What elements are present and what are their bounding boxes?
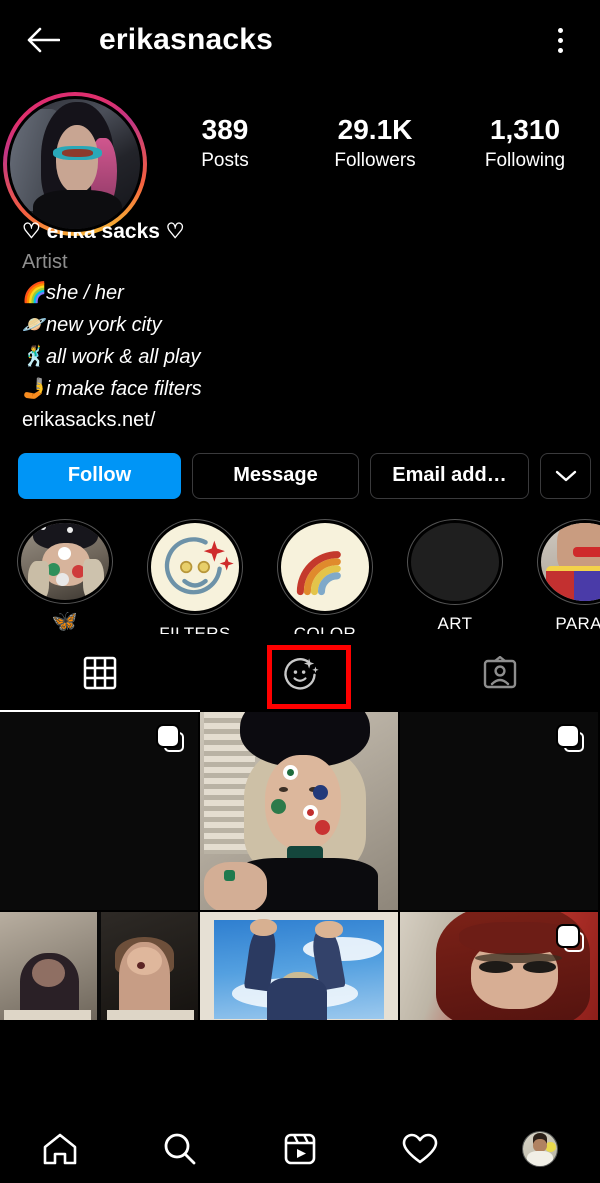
heart-activity-icon (402, 1133, 438, 1164)
bio-line: 🌈she / her (22, 277, 578, 309)
post-sky-arms-up[interactable] (200, 911, 398, 1020)
stat-label: Following (484, 150, 566, 172)
header-bar: erikasnacks (0, 0, 600, 80)
highlight-art[interactable]: ART (390, 518, 520, 634)
bio-section: ♡ erika sacks ♡ Artist 🌈she / her 🪐new y… (0, 216, 600, 435)
email-button[interactable]: Email add… (370, 452, 529, 499)
highlight-cover-dark (411, 522, 499, 601)
story-highlights: 🦋 FILTERS COLOR ART PARA (0, 499, 600, 634)
saturn-icon: 🪐 (22, 313, 47, 336)
carousel-icon (558, 925, 584, 952)
post-dark-right[interactable] (400, 711, 598, 910)
stat-posts[interactable]: 389 Posts (150, 114, 300, 172)
bio-line-text: i make face filters (46, 377, 202, 400)
stat-following[interactable]: 1,310 Following (450, 114, 600, 172)
story-ring[interactable] (3, 92, 147, 236)
highlight-label: COLOR (293, 623, 357, 634)
tab-highlight-box (267, 644, 351, 709)
highlight-label: PARAD (555, 613, 600, 633)
profile-summary: 389 Posts 29.1K Followers 1,310 Followin… (0, 80, 600, 236)
stats-row: 389 Posts 29.1K Followers 1,310 Followin… (150, 88, 600, 172)
page-title: erikasnacks (99, 23, 274, 56)
post-dark-left[interactable] (0, 711, 198, 910)
kebab-menu-icon[interactable] (540, 20, 580, 60)
home-icon (43, 1133, 77, 1165)
nav-activity[interactable] (360, 1130, 480, 1168)
avatar[interactable] (7, 96, 143, 232)
search-icon (164, 1133, 196, 1165)
highlight-ring[interactable] (537, 518, 600, 605)
highlight-ring[interactable] (407, 518, 503, 605)
highlight-parade[interactable]: PARAD (520, 518, 600, 634)
highlight-filters[interactable]: FILTERS (130, 518, 260, 634)
carousel-icon (158, 725, 184, 752)
nav-search[interactable] (120, 1130, 240, 1168)
tagged-person-icon (483, 655, 517, 688)
rainbow-flag-icon: 🌈 (22, 281, 47, 304)
post-video-call[interactable] (0, 911, 198, 1020)
carousel-icon (558, 725, 584, 752)
highlight-butterfly[interactable]: 🦋 (0, 518, 130, 634)
instagram-profile-screen: erikasnacks 389 Posts 29.1K Followers 1,… (0, 0, 600, 1183)
stat-value: 29.1K (337, 114, 413, 145)
reels-icon (284, 1133, 316, 1165)
highlight-cover-rainbow (281, 522, 369, 611)
action-buttons: Follow Message Email add… (0, 435, 600, 499)
highlight-cover-parade (541, 522, 600, 601)
stat-label: Posts (201, 150, 249, 172)
highlight-ring[interactable] (147, 518, 243, 615)
bio-line: 🤳i make face filters (22, 373, 578, 405)
bio-line-text: new york city (46, 313, 162, 336)
nav-home[interactable] (0, 1130, 120, 1168)
bio-line-text: she / her (46, 281, 124, 304)
bottom-navigation (0, 1115, 600, 1183)
message-button[interactable]: Message (192, 452, 359, 499)
bio-line-text: all work & all play (46, 345, 201, 368)
back-arrow-icon[interactable] (20, 17, 66, 63)
bio-line: 🪐new york city (22, 309, 578, 341)
highlight-cover-face-paint (21, 522, 109, 600)
bio-category: Artist (22, 250, 68, 273)
stat-value: 1,310 (489, 114, 561, 145)
follow-button[interactable]: Follow (18, 452, 181, 499)
post-grid (0, 711, 600, 1020)
avatar-image (10, 99, 140, 229)
stat-value: 389 (201, 114, 249, 145)
post-beret-flowers[interactable] (200, 711, 398, 910)
highlight-label: ART (437, 613, 473, 633)
profile-tabs (0, 634, 600, 712)
grid-row (0, 711, 600, 910)
highlight-label: 🦋 (51, 609, 79, 633)
stat-followers[interactable]: 29.1K Followers (300, 114, 450, 172)
nav-profile[interactable] (480, 1131, 600, 1167)
highlight-ring[interactable] (277, 518, 373, 615)
nav-reels[interactable] (240, 1131, 360, 1167)
highlight-cover-smiley-sparkles (151, 522, 239, 611)
dancer-icon: 🕺 (22, 345, 47, 368)
tab-grid[interactable] (0, 634, 200, 712)
grid-icon (83, 656, 117, 689)
selfie-icon: 🤳 (22, 377, 47, 400)
highlight-label: FILTERS (159, 623, 231, 634)
tab-tagged[interactable] (400, 634, 600, 712)
bio-link[interactable]: erikasacks.net/ (22, 405, 578, 435)
bio-line: 🕺all work & all play (22, 341, 578, 373)
stat-label: Followers (334, 150, 416, 172)
profile-avatar-icon[interactable] (522, 1131, 558, 1167)
highlight-ring[interactable] (17, 518, 113, 604)
post-red-hair-cat-ears[interactable] (400, 911, 598, 1020)
avatar-container[interactable] (0, 88, 150, 236)
grid-row (0, 911, 600, 1020)
highlight-color[interactable]: COLOR (260, 518, 390, 634)
chevron-down-icon[interactable] (540, 452, 591, 499)
